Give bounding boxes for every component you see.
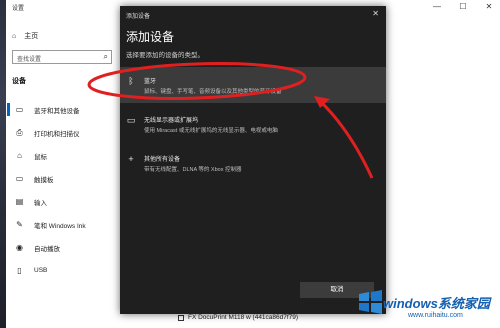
settings-sidebar: ⌂ 主页 查找设置 ⌕ 设备 ▭ 蓝牙和其他设备 ⎙ 打印机和扫描仪 ⌂ 鼠标 … — [6, 14, 120, 328]
pen-icon: ✎ — [16, 220, 23, 229]
sidebar-item-label: 蓝牙和其他设备 — [34, 107, 80, 115]
monitor-icon: ▭ — [126, 115, 136, 125]
windows-logo-icon — [359, 290, 382, 314]
maximize-button[interactable]: ☐ — [458, 1, 468, 13]
sidebar-item-usb[interactable]: ▯ USB — [6, 259, 120, 282]
touchpad-icon: ▭ — [15, 174, 24, 183]
printer-name: FX DocuPrint M118 w (441ca86d7f79) — [188, 314, 299, 321]
sidebar-item-label: 自动播放 — [34, 245, 60, 253]
option-bluetooth[interactable]: ᛒ 蓝牙 鼠标、键盘、手写笔、音频设备以及其他类型的蓝牙设备 — [120, 67, 386, 103]
sidebar-item-label: 打印机和扫描仪 — [34, 130, 80, 138]
minimize-button[interactable]: — — [432, 1, 442, 13]
sidebar-item-label: 输入 — [34, 199, 47, 207]
sidebar-item-bluetooth[interactable]: ▭ 蓝牙和其他设备 — [6, 98, 120, 121]
dialog-titlebar: 添加设备 ✕ — [120, 6, 386, 22]
option-title: 蓝牙 — [144, 79, 157, 85]
printer-icon: ⎙ — [16, 127, 23, 137]
bluetooth-icon: ᛒ — [128, 76, 134, 86]
section-title: 设备 — [12, 78, 26, 85]
close-window-button[interactable]: ✕ — [484, 1, 494, 13]
sidebar-item-printers[interactable]: ⎙ 打印机和扫描仪 — [6, 121, 120, 144]
sidebar-item-label: 鼠标 — [34, 153, 47, 161]
devices-nav: ▭ 蓝牙和其他设备 ⎙ 打印机和扫描仪 ⌂ 鼠标 ▭ 触摸板 ▤ 输入 ✎ 笔和… — [6, 98, 120, 282]
add-device-dialog: 添加设备 ✕ 添加设备 选择要添加的设备的类型。 ᛒ 蓝牙 鼠标、键盘、手写笔、… — [120, 6, 386, 314]
watermark-brand: windows系统家园 — [383, 296, 490, 311]
close-icon[interactable]: ✕ — [372, 9, 379, 18]
sidebar-item-pen[interactable]: ✎ 笔和 Windows Ink — [6, 213, 120, 236]
mouse-icon: ⌂ — [17, 151, 22, 160]
option-description: 带有无线配置、DLNA 等的 Xbox 控制器 — [144, 167, 242, 173]
plus-icon: + — [128, 154, 134, 164]
search-input[interactable]: 查找设置 ⌕ — [12, 50, 112, 64]
printer-list-item[interactable]: FX DocuPrint M118 w (441ca86d7f79) — [178, 314, 298, 321]
dialog-window-title: 添加设备 — [126, 14, 151, 20]
usb-icon: ▯ — [17, 266, 22, 275]
option-title: 其他所有设备 — [144, 157, 181, 163]
dialog-subtitle: 选择要添加的设备的类型。 — [126, 52, 204, 59]
sidebar-item-touchpad[interactable]: ▭ 触摸板 — [6, 167, 120, 190]
settings-window-title: 设置 — [12, 6, 25, 12]
sidebar-item-label: USB — [34, 267, 48, 274]
bluetooth-devices-icon: ▭ — [15, 105, 24, 114]
sidebar-item-label: 笔和 Windows Ink — [34, 222, 86, 230]
option-everything-else[interactable]: + 其他所有设备 带有无线配置、DLNA 等的 Xbox 控制器 — [120, 149, 386, 179]
sidebar-item-typing[interactable]: ▤ 输入 — [6, 190, 120, 213]
dialog-heading: 添加设备 — [126, 30, 175, 44]
option-description: 鼠标、键盘、手写笔、音频设备以及其他类型的蓝牙设备 — [144, 89, 282, 95]
printer-device-icon — [178, 314, 184, 321]
autoplay-icon: ◉ — [16, 243, 23, 252]
home-nav-item[interactable]: ⌂ 主页 — [12, 31, 38, 41]
sidebar-item-autoplay[interactable]: ◉ 自动播放 — [6, 236, 120, 259]
search-placeholder: 查找设置 — [17, 57, 42, 63]
home-icon: ⌂ — [12, 32, 17, 40]
window-controls: — ☐ ✕ — [432, 1, 494, 13]
option-description: 使用 Miracast 或无线扩展坞的无线显示器、电视或电脑 — [144, 128, 278, 134]
keyboard-icon: ▤ — [15, 197, 24, 206]
home-label: 主页 — [24, 33, 39, 40]
sidebar-item-mouse[interactable]: ⌂ 鼠标 — [6, 144, 120, 167]
search-icon: ⌕ — [103, 52, 108, 61]
option-wireless-display[interactable]: ▭ 无线显示器或扩展坞 使用 Miracast 或无线扩展坞的无线显示器、电视或… — [120, 110, 386, 138]
watermark-url: www.ruihaitu.com — [408, 312, 463, 319]
option-title: 无线显示器或扩展坞 — [144, 118, 199, 124]
sidebar-item-label: 触摸板 — [34, 176, 54, 184]
